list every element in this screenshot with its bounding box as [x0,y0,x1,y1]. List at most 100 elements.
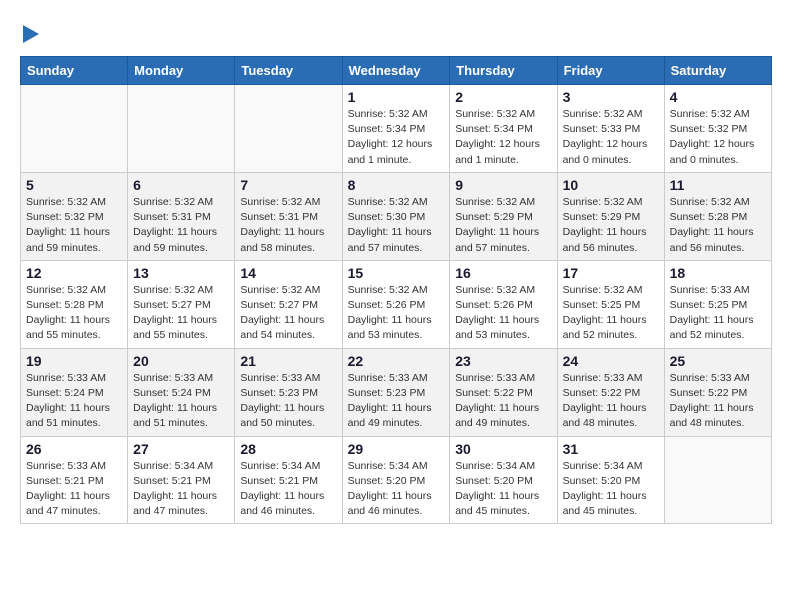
day-info: Sunrise: 5:34 AM Sunset: 5:20 PM Dayligh… [348,459,445,520]
calendar-cell: 26 Sunrise: 5:33 AM Sunset: 5:21 PM Dayli… [21,436,128,524]
day-number: 3 [563,89,659,105]
logo [20,20,39,46]
day-info: Sunrise: 5:32 AM Sunset: 5:31 PM Dayligh… [240,195,336,256]
day-number: 20 [133,353,229,369]
day-info: Sunrise: 5:32 AM Sunset: 5:33 PM Dayligh… [563,107,659,168]
calendar-week-row: 5Sunrise: 5:32 AM Sunset: 5:32 PM Daylig… [21,172,772,260]
calendar-cell: 31 Sunrise: 5:34 AM Sunset: 5:20 PM Dayli… [557,436,664,524]
day-info: Sunrise: 5:34 AM Sunset: 5:20 PM Dayligh… [563,459,659,520]
day-number: 31 [563,441,659,457]
day-number: 28 [240,441,336,457]
day-number: 11 [670,177,766,193]
day-number: 4 [670,89,766,105]
calendar-cell: 3 Sunrise: 5:32 AM Sunset: 5:33 PM Daylig… [557,85,664,173]
calendar-cell: 14 Sunrise: 5:32 AM Sunset: 5:27 PM Dayli… [235,260,342,348]
calendar-cell: 23 Sunrise: 5:33 AM Sunset: 5:22 PM Dayli… [450,348,557,436]
weekday-header-friday: Friday [557,57,664,85]
day-info: Sunrise: 5:34 AM Sunset: 5:21 PM Dayligh… [240,459,336,520]
day-info: Sunrise: 5:33 AM Sunset: 5:25 PM Dayligh… [670,283,766,344]
day-info: Sunrise: 5:32 AM Sunset: 5:32 PM Dayligh… [670,107,766,168]
weekday-header-saturday: Saturday [664,57,771,85]
calendar-cell: 20 Sunrise: 5:33 AM Sunset: 5:24 PM Dayli… [128,348,235,436]
day-number: 23 [455,353,551,369]
logo-arrow-icon [23,25,39,43]
weekday-header-monday: Monday [128,57,235,85]
day-info: Sunrise: 5:33 AM Sunset: 5:22 PM Dayligh… [670,371,766,432]
day-number: 7 [240,177,336,193]
calendar-cell: 11 Sunrise: 5:32 AM Sunset: 5:28 PM Dayli… [664,172,771,260]
weekday-header-sunday: Sunday [21,57,128,85]
calendar-table: SundayMondayTuesdayWednesdayThursdayFrid… [20,56,772,524]
calendar-cell: 6 Sunrise: 5:32 AM Sunset: 5:31 PM Daylig… [128,172,235,260]
day-info: Sunrise: 5:32 AM Sunset: 5:34 PM Dayligh… [455,107,551,168]
day-number: 14 [240,265,336,281]
day-number: 29 [348,441,445,457]
day-number: 1 [348,89,445,105]
day-number: 13 [133,265,229,281]
day-info: Sunrise: 5:32 AM Sunset: 5:26 PM Dayligh… [455,283,551,344]
day-number: 6 [133,177,229,193]
day-info: Sunrise: 5:33 AM Sunset: 5:22 PM Dayligh… [563,371,659,432]
day-number: 24 [563,353,659,369]
calendar-cell: 19Sunrise: 5:33 AM Sunset: 5:24 PM Dayli… [21,348,128,436]
day-info: Sunrise: 5:32 AM Sunset: 5:26 PM Dayligh… [348,283,445,344]
calendar-cell: 18 Sunrise: 5:33 AM Sunset: 5:25 PM Dayli… [664,260,771,348]
day-info: Sunrise: 5:33 AM Sunset: 5:24 PM Dayligh… [133,371,229,432]
calendar-week-row: 12Sunrise: 5:32 AM Sunset: 5:28 PM Dayli… [21,260,772,348]
day-info: Sunrise: 5:32 AM Sunset: 5:29 PM Dayligh… [455,195,551,256]
calendar-cell: 30 Sunrise: 5:34 AM Sunset: 5:20 PM Dayli… [450,436,557,524]
page-header [20,20,772,46]
day-number: 10 [563,177,659,193]
day-number: 2 [455,89,551,105]
day-number: 15 [348,265,445,281]
calendar-cell [235,85,342,173]
day-info: Sunrise: 5:32 AM Sunset: 5:25 PM Dayligh… [563,283,659,344]
day-number: 27 [133,441,229,457]
day-number: 18 [670,265,766,281]
day-number: 16 [455,265,551,281]
day-number: 25 [670,353,766,369]
day-number: 17 [563,265,659,281]
day-info: Sunrise: 5:33 AM Sunset: 5:23 PM Dayligh… [348,371,445,432]
day-info: Sunrise: 5:32 AM Sunset: 5:27 PM Dayligh… [133,283,229,344]
calendar-cell: 28 Sunrise: 5:34 AM Sunset: 5:21 PM Dayli… [235,436,342,524]
day-info: Sunrise: 5:33 AM Sunset: 5:21 PM Dayligh… [26,459,122,520]
day-info: Sunrise: 5:32 AM Sunset: 5:28 PM Dayligh… [670,195,766,256]
day-info: Sunrise: 5:32 AM Sunset: 5:32 PM Dayligh… [26,195,122,256]
calendar-cell: 29 Sunrise: 5:34 AM Sunset: 5:20 PM Dayli… [342,436,450,524]
day-info: Sunrise: 5:33 AM Sunset: 5:22 PM Dayligh… [455,371,551,432]
day-number: 9 [455,177,551,193]
calendar-cell: 21 Sunrise: 5:33 AM Sunset: 5:23 PM Dayli… [235,348,342,436]
day-number: 26 [26,441,122,457]
day-info: Sunrise: 5:32 AM Sunset: 5:34 PM Dayligh… [348,107,445,168]
calendar-cell [664,436,771,524]
day-info: Sunrise: 5:32 AM Sunset: 5:29 PM Dayligh… [563,195,659,256]
calendar-cell: 7 Sunrise: 5:32 AM Sunset: 5:31 PM Daylig… [235,172,342,260]
calendar-cell: 2 Sunrise: 5:32 AM Sunset: 5:34 PM Daylig… [450,85,557,173]
day-info: Sunrise: 5:32 AM Sunset: 5:28 PM Dayligh… [26,283,122,344]
calendar-cell: 22Sunrise: 5:33 AM Sunset: 5:23 PM Dayli… [342,348,450,436]
day-info: Sunrise: 5:32 AM Sunset: 5:27 PM Dayligh… [240,283,336,344]
day-number: 30 [455,441,551,457]
calendar-cell: 12Sunrise: 5:32 AM Sunset: 5:28 PM Dayli… [21,260,128,348]
calendar-week-row: 26 Sunrise: 5:33 AM Sunset: 5:21 PM Dayli… [21,436,772,524]
weekday-header-thursday: Thursday [450,57,557,85]
calendar-cell [128,85,235,173]
day-number: 21 [240,353,336,369]
calendar-cell: 4 Sunrise: 5:32 AM Sunset: 5:32 PM Daylig… [664,85,771,173]
calendar-cell: 1 Sunrise: 5:32 AM Sunset: 5:34 PM Daylig… [342,85,450,173]
weekday-header-wednesday: Wednesday [342,57,450,85]
calendar-cell: 5Sunrise: 5:32 AM Sunset: 5:32 PM Daylig… [21,172,128,260]
calendar-cell: 17 Sunrise: 5:32 AM Sunset: 5:25 PM Dayli… [557,260,664,348]
calendar-cell: 25 Sunrise: 5:33 AM Sunset: 5:22 PM Dayli… [664,348,771,436]
calendar-week-row: 19Sunrise: 5:33 AM Sunset: 5:24 PM Dayli… [21,348,772,436]
day-info: Sunrise: 5:33 AM Sunset: 5:23 PM Dayligh… [240,371,336,432]
calendar-cell: 13 Sunrise: 5:32 AM Sunset: 5:27 PM Dayli… [128,260,235,348]
day-info: Sunrise: 5:32 AM Sunset: 5:31 PM Dayligh… [133,195,229,256]
calendar-cell: 9 Sunrise: 5:32 AM Sunset: 5:29 PM Daylig… [450,172,557,260]
calendar-cell [21,85,128,173]
calendar-week-row: 1 Sunrise: 5:32 AM Sunset: 5:34 PM Daylig… [21,85,772,173]
day-info: Sunrise: 5:34 AM Sunset: 5:20 PM Dayligh… [455,459,551,520]
calendar-cell: 15 Sunrise: 5:32 AM Sunset: 5:26 PM Dayli… [342,260,450,348]
calendar-cell: 16 Sunrise: 5:32 AM Sunset: 5:26 PM Dayli… [450,260,557,348]
